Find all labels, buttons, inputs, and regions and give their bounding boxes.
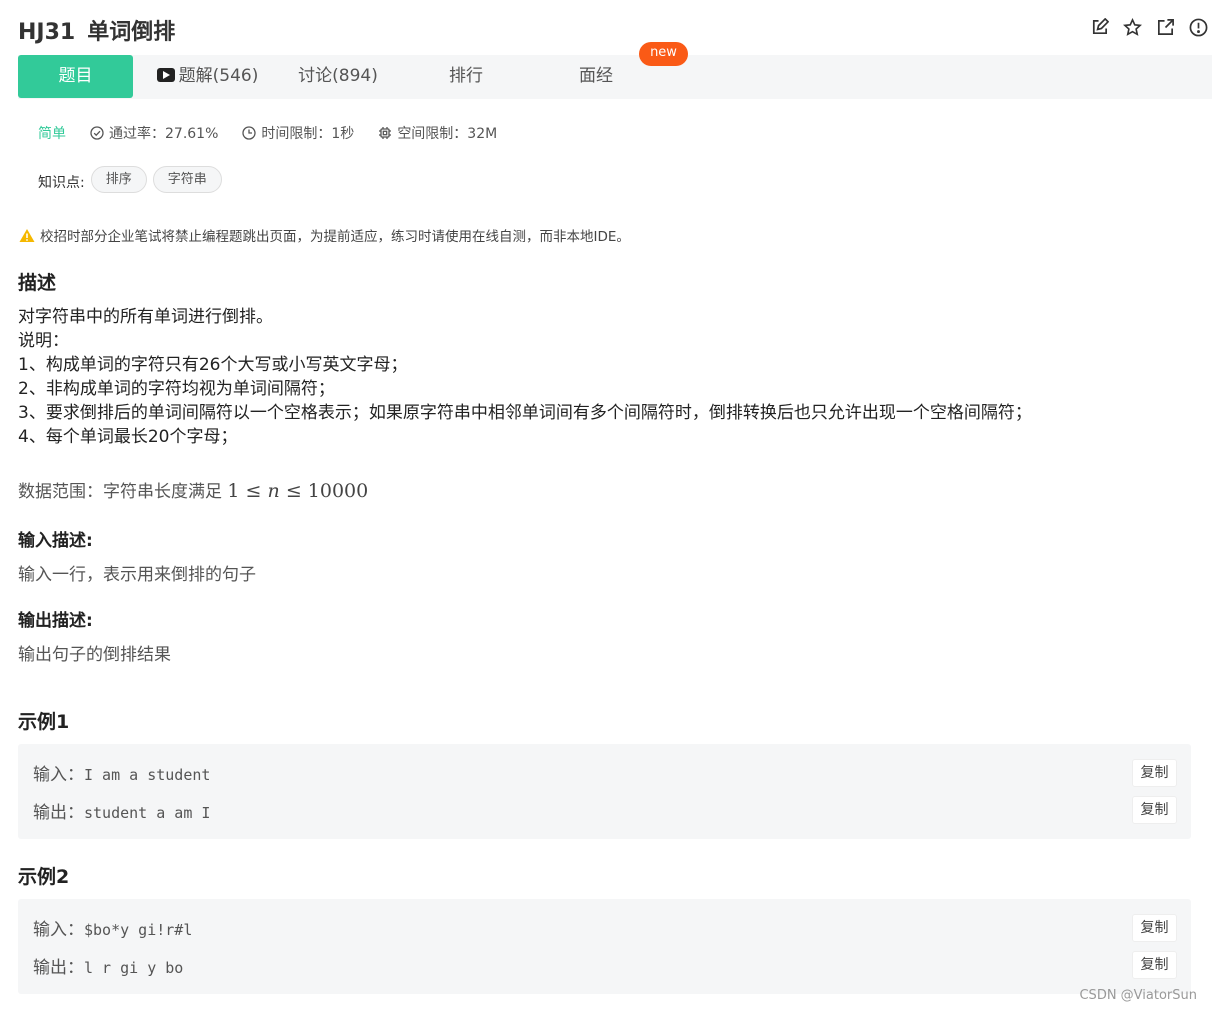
description-heading: 描述 (18, 272, 57, 294)
range-le: ≤ (245, 480, 262, 502)
tab-interview[interactable]: 面经 (566, 55, 626, 97)
check-circle-icon (90, 126, 104, 140)
edit-icon[interactable] (1089, 17, 1109, 37)
copy-button[interactable]: 复制 (1132, 951, 1177, 979)
example1-box: 输入：I am a student 复制 输出：student a am I 复… (18, 744, 1191, 839)
clock-icon (242, 126, 257, 140)
example-input-label: 输入： (33, 920, 84, 940)
description-body: 对字符串中的所有单词进行倒排。 说明： 1、构成单词的字符只有26个大写或小写英… (18, 305, 1032, 449)
space-limit-text: 空间限制：32M (397, 126, 498, 142)
range-var: n (267, 480, 280, 502)
new-badge: new (639, 42, 688, 66)
output-desc-heading: 输出描述: (18, 611, 93, 631)
example2-output: 输出：l r gi y bo (33, 953, 183, 978)
input-desc-text: 输入一行，表示用来倒排的句子 (18, 565, 256, 585)
example1-input: 输入：I am a student (33, 760, 210, 785)
header-actions (1089, 17, 1208, 37)
example2-input: 输入：$bo*y gi!r#l (33, 915, 192, 940)
example2-output-code: l r gi y bo (84, 959, 184, 977)
share-icon[interactable] (1155, 17, 1175, 37)
tab-solutions[interactable]: 题解(546) (155, 55, 260, 97)
description-line: 1、构成单词的字符只有26个大写或小写英文字母； (18, 355, 408, 375)
description-line: 对字符串中的所有单词进行倒排。 (18, 307, 273, 327)
chip-icon (379, 127, 392, 139)
example2-heading: 示例2 (18, 866, 70, 888)
watermark: CSDN @ViatorSun (1079, 988, 1197, 1003)
warning-text: 校招时部分企业笔试将禁止编程题跳出页面，为提前适应，练习时请使用在线自测，而非本… (40, 229, 630, 245)
example-output-label: 输出： (33, 803, 84, 823)
tab-discussion[interactable]: 讨论(894) (288, 55, 388, 97)
example1-heading: 示例1 (18, 711, 70, 733)
range-le: ≤ (285, 480, 302, 502)
tab-solutions-label: 题解(546) (178, 66, 259, 86)
pass-rate: 通过率：27.61% (90, 123, 218, 143)
example2-box: 输入：$bo*y gi!r#l 复制 输出：l r gi y bo 复制 (18, 899, 1191, 994)
header: HJ31 单词倒排 (18, 12, 1212, 46)
description-line: 3、要求倒排后的单词间隔符以一个空格表示；如果原字符串中相邻单词间有多个间隔符时… (18, 403, 1032, 423)
example2-input-code: $bo*y gi!r#l (84, 921, 193, 939)
difficulty-label: 简单 (38, 126, 66, 142)
space-limit: 空间限制：32M (378, 123, 497, 143)
description-line: 说明： (18, 331, 69, 351)
knowledge-points: 知识点: 排序 字符串 (38, 166, 228, 193)
tab-problem[interactable]: 题目 (18, 55, 133, 98)
example1-input-code: I am a student (84, 766, 211, 784)
range-high: 10000 (307, 480, 369, 502)
output-desc-text: 输出句子的倒排结果 (18, 645, 171, 665)
example1-output: 输出：student a am I (33, 798, 210, 823)
copy-button[interactable]: 复制 (1132, 796, 1177, 824)
copy-button[interactable]: 复制 (1132, 759, 1177, 787)
description-line: 4、每个单词最长20个字母； (18, 427, 238, 447)
problem-id: HJ31 (18, 20, 76, 45)
range-low: 1 (227, 480, 240, 502)
warning-icon (19, 228, 35, 242)
tag-sorting[interactable]: 排序 (90, 166, 147, 193)
report-icon[interactable] (1188, 17, 1208, 37)
knowledge-label: 知识点: (38, 174, 85, 191)
tag-string[interactable]: 字符串 (152, 166, 222, 193)
data-range: 数据范围：字符串长度满足 1 ≤ n ≤ 10000 (18, 477, 368, 502)
problem-meta: 简单 通过率：27.61% 时间限制：1秒 空间限制：32M (38, 123, 521, 143)
time-limit: 时间限制：1秒 (242, 123, 354, 143)
data-range-prefix: 数据范围：字符串长度满足 (18, 482, 228, 502)
warning-notice: 校招时部分企业笔试将禁止编程题跳出页面，为提前适应，练习时请使用在线自测，而非本… (19, 225, 630, 245)
example-input-label: 输入： (33, 765, 84, 785)
pass-rate-text: 通过率：27.61% (109, 126, 219, 142)
tab-bar: 题目 题解(546) 讨论(894) 排行 面经 new (18, 42, 1212, 99)
time-limit-text: 时间限制：1秒 (261, 126, 355, 142)
video-icon (156, 68, 175, 82)
problem-name: 单词倒排 (87, 20, 176, 45)
tab-ranking[interactable]: 排行 (436, 55, 496, 97)
example-output-label: 输出： (33, 958, 84, 978)
page-title: HJ31 单词倒排 (18, 14, 175, 46)
description-line: 2、非构成单词的字符均视为单词间隔符； (18, 379, 335, 399)
example1-output-code: student a am I (84, 804, 211, 822)
copy-button[interactable]: 复制 (1132, 914, 1177, 942)
star-icon[interactable] (1122, 17, 1142, 37)
input-desc-heading: 输入描述: (18, 531, 93, 551)
data-range-formula: 1 ≤ n ≤ 10000 (227, 480, 368, 502)
